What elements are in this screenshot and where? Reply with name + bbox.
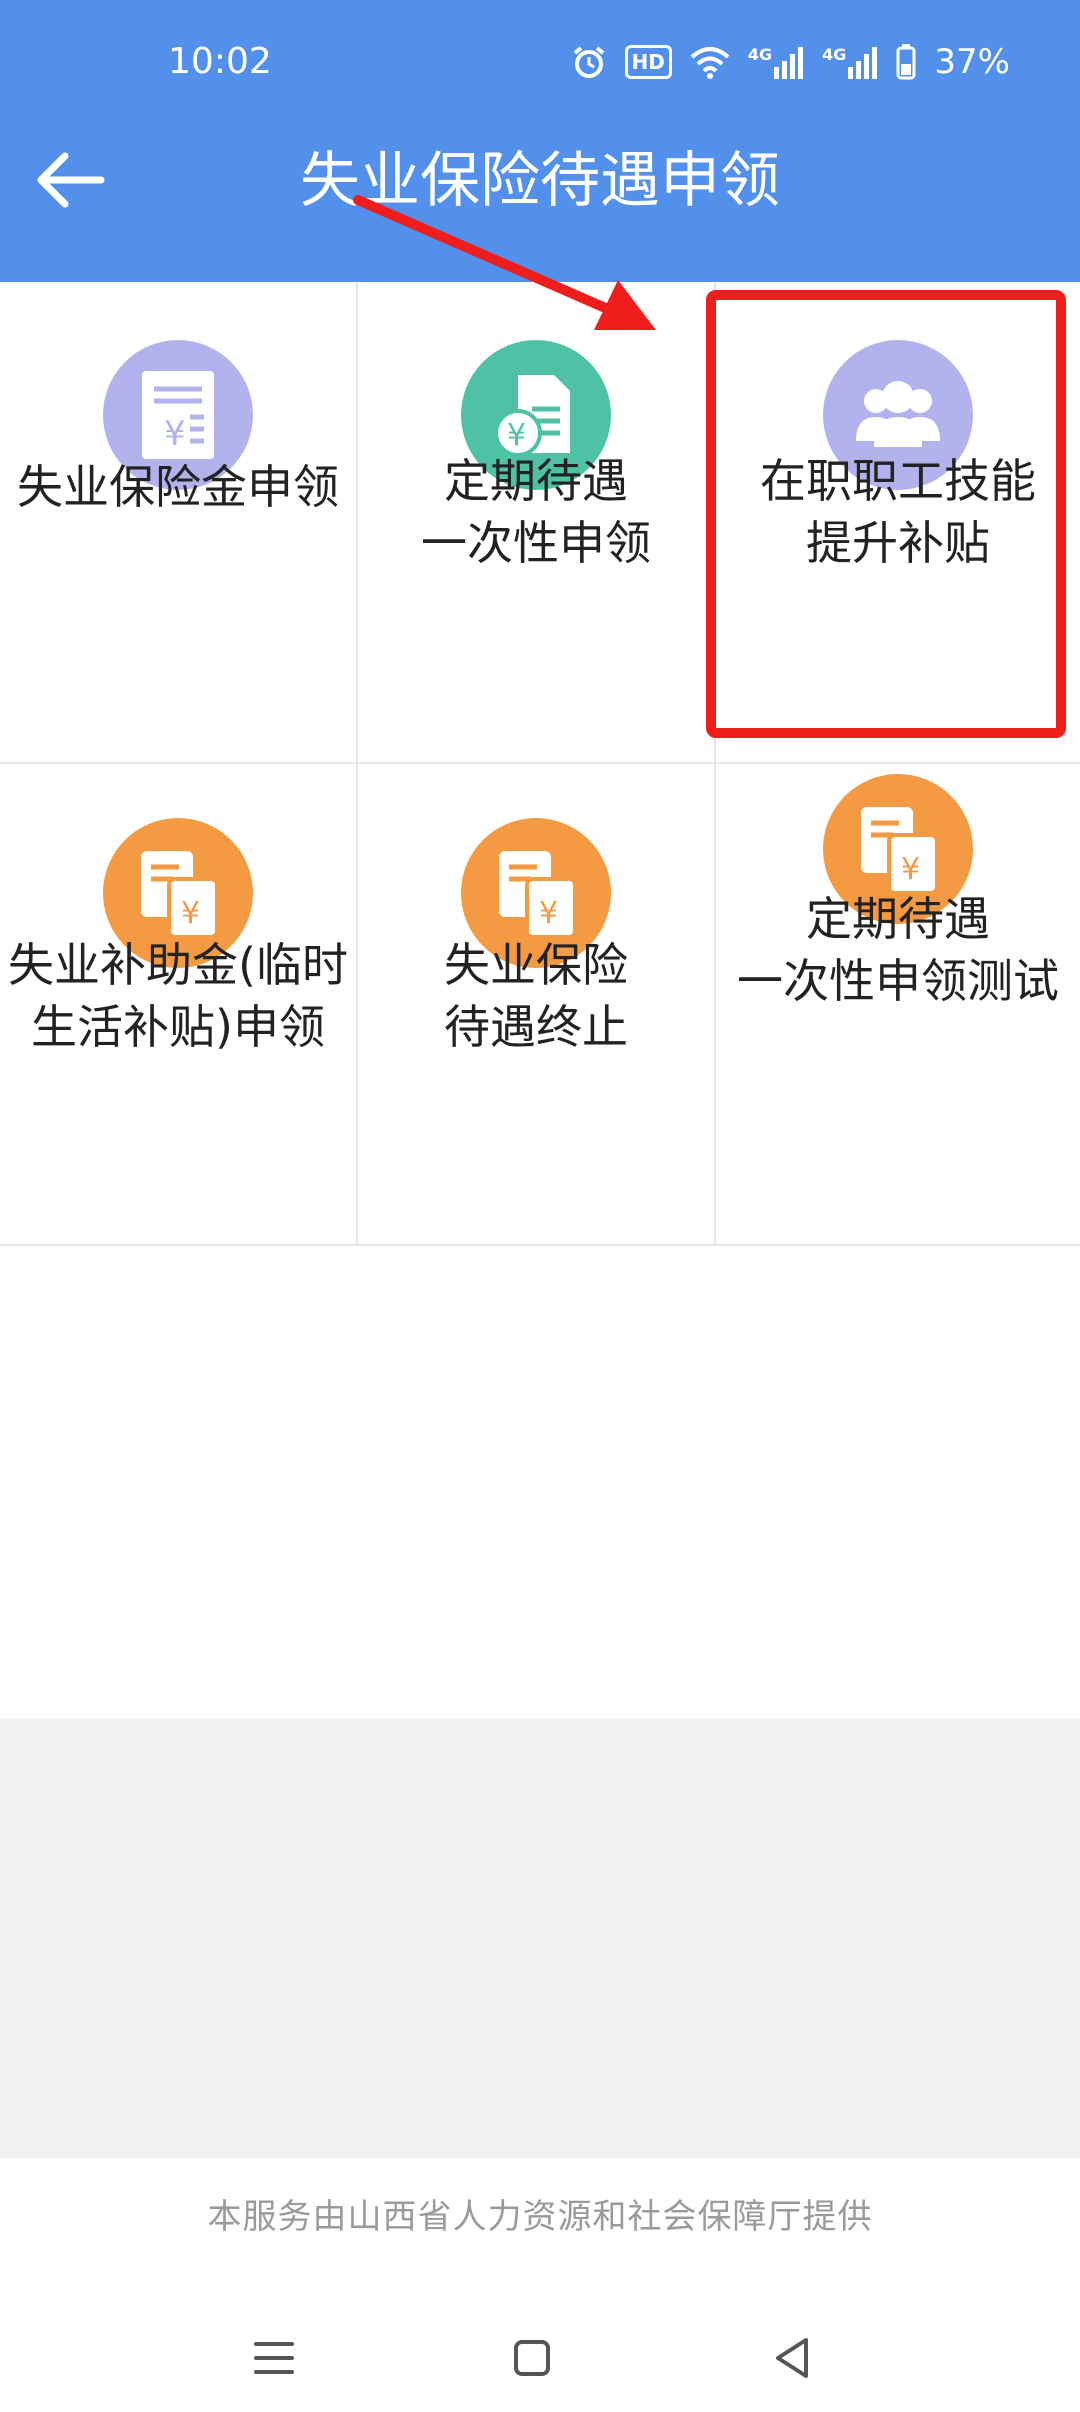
app-header: 10:02 HD 4G 4G 37% 失业保险待遇申领 <box>0 0 1080 282</box>
provider-text: 本服务由山西省人力资源和社会保障厅提供 <box>207 2197 873 2237</box>
svg-text:¥: ¥ <box>539 896 558 931</box>
service-item-unemployment-allowance[interactable]: ¥ 失业补助金(临时 生活补贴)申领 <box>0 764 358 1246</box>
network-label-1: 4G <box>747 45 773 64</box>
battery-percentage: 37% <box>934 42 1010 82</box>
hd-icon: HD <box>624 45 672 79</box>
triangle-back-icon <box>772 2336 812 2384</box>
service-label: 失业保险金申领 <box>17 460 339 514</box>
status-icons: HD 4G 4G 37% <box>571 40 1010 84</box>
service-label: 定期待遇 一次性申领 <box>421 454 651 570</box>
service-item-benefit-termination[interactable]: ¥ 失业保险 待遇终止 <box>358 764 716 1246</box>
menu-icon <box>252 2338 296 2382</box>
svg-text:¥: ¥ <box>901 852 920 887</box>
svg-text:¥: ¥ <box>181 896 200 931</box>
network-label-2: 4G <box>822 45 847 64</box>
service-item-skill-upgrade-subsidy[interactable]: 在职职工技能 提升补贴 <box>716 282 1080 764</box>
svg-text:¥: ¥ <box>507 418 526 453</box>
home-button[interactable] <box>502 2330 562 2390</box>
service-item-periodic-lump-sum-test[interactable]: ¥ 定期待遇 一次性申领测试 <box>716 764 1080 1246</box>
service-item-periodic-lump-sum[interactable]: ¥ 定期待遇 一次性申领 <box>358 282 716 764</box>
service-grid: ¥ 失业保险金申领 ¥ 定期待遇 一次性申领 在职职工技能 提升补贴 ¥ 失业补… <box>0 282 1080 1246</box>
system-nav-bar <box>0 2300 1080 2412</box>
status-time: 10:02 <box>168 41 272 82</box>
signal-icon-2: 4G <box>822 45 878 79</box>
menu-button[interactable] <box>244 2330 304 2390</box>
service-item-unemployment-benefit[interactable]: ¥ 失业保险金申领 <box>0 282 358 764</box>
footer-background <box>0 1718 1080 2158</box>
square-home-icon <box>512 2338 552 2382</box>
service-label: 定期待遇 一次性申领测试 <box>737 892 1059 1008</box>
hd-label: HD <box>631 50 665 74</box>
service-label: 失业补助金(临时 生活补贴)申领 <box>8 938 348 1054</box>
service-label: 失业保险 待遇终止 <box>444 938 628 1054</box>
alarm-icon <box>571 44 607 80</box>
system-back-button[interactable] <box>762 2330 822 2390</box>
service-label: 在职职工技能 提升补贴 <box>760 454 1036 570</box>
battery-icon <box>896 44 916 80</box>
wifi-icon <box>690 45 730 79</box>
page-title: 失业保险待遇申领 <box>300 146 780 216</box>
svg-text:¥: ¥ <box>164 414 186 454</box>
signal-icon-1: 4G <box>748 45 804 79</box>
